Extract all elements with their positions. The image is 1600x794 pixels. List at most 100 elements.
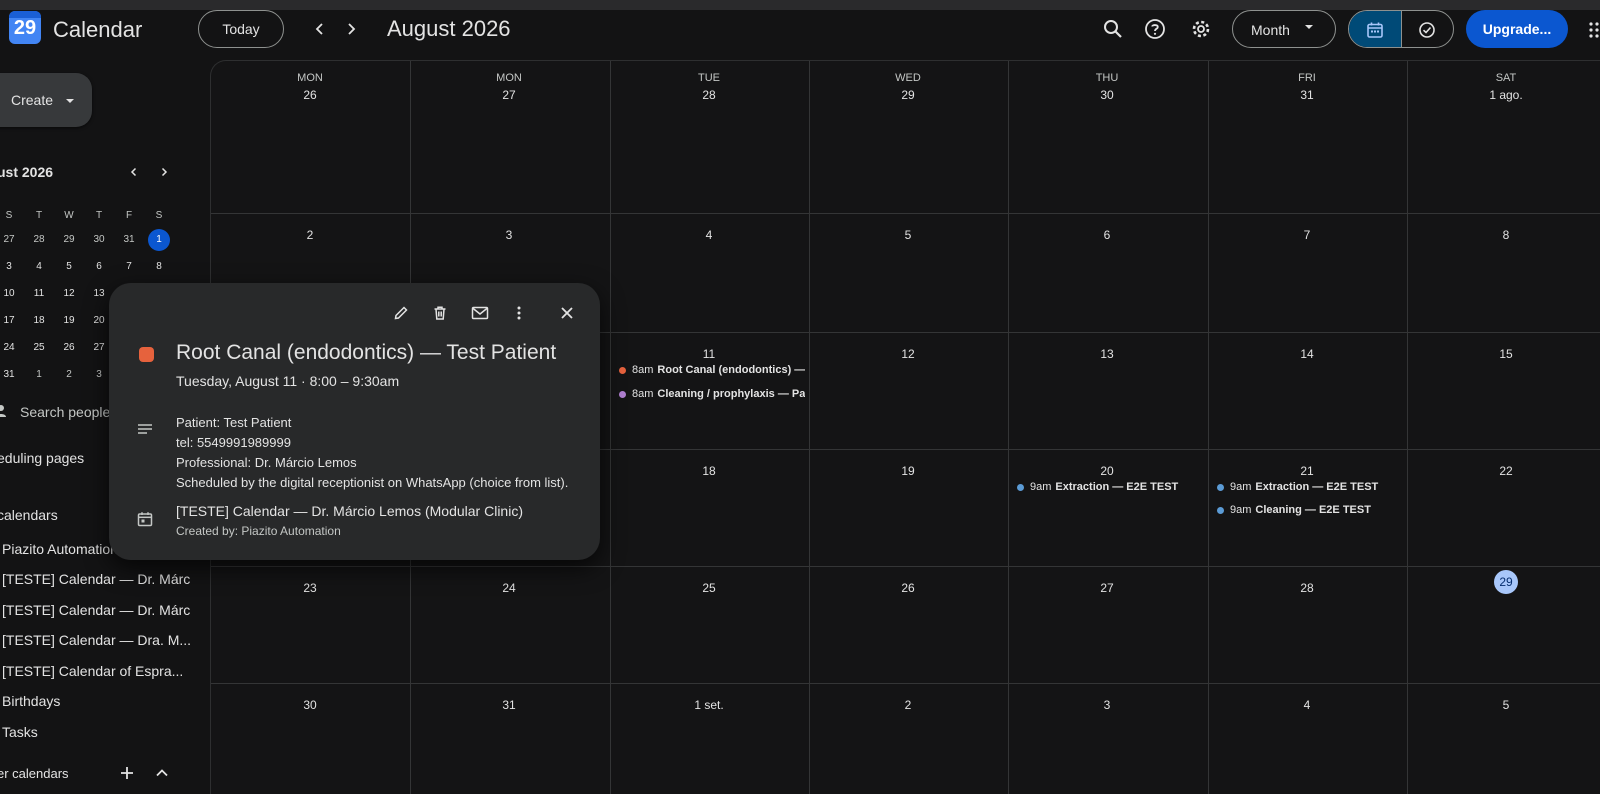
mini-calendar-day[interactable]: 7 (114, 256, 144, 278)
mini-calendar-day[interactable]: 25 (24, 337, 54, 359)
day-number[interactable]: 27 (1008, 581, 1206, 595)
calendar-list-item[interactable]: Tasks (2, 724, 38, 740)
mini-calendar-prev-button[interactable] (125, 163, 143, 181)
day-number[interactable]: 31 (1208, 88, 1406, 102)
settings-button[interactable] (1187, 15, 1215, 43)
day-number[interactable]: 13 (1008, 347, 1206, 361)
calendar-logo-icon[interactable]: 29 (9, 11, 41, 44)
day-number[interactable]: 26 (211, 88, 409, 102)
mini-calendar-day[interactable]: 10 (0, 283, 24, 305)
mini-calendar-day[interactable]: 17 (0, 310, 24, 332)
upgrade-button[interactable]: Upgrade... (1466, 10, 1568, 48)
day-number[interactable]: 2 (809, 698, 1007, 712)
day-number[interactable]: 20 (1008, 464, 1206, 478)
mini-calendar-day[interactable]: 4 (24, 256, 54, 278)
day-number[interactable]: 12 (809, 347, 1007, 361)
day-number[interactable]: 30 (211, 698, 409, 712)
day-number[interactable]: 11 (610, 347, 808, 361)
other-calendars-header[interactable]: er calendars (0, 766, 69, 781)
add-calendar-button[interactable] (119, 765, 135, 781)
email-guests-button[interactable] (466, 299, 494, 327)
mini-calendar-day[interactable]: 31 (114, 229, 144, 251)
edit-event-button[interactable] (387, 299, 415, 327)
day-number[interactable]: 1 set. (610, 698, 808, 712)
day-number[interactable]: 28 (610, 88, 808, 102)
mini-calendar-day[interactable]: 2 (54, 364, 84, 386)
mini-calendar-day[interactable]: 31 (0, 364, 24, 386)
more-options-button[interactable] (505, 299, 533, 327)
calendar-view-toggle[interactable] (1349, 11, 1401, 47)
previous-month-button[interactable] (306, 15, 334, 43)
day-number[interactable]: 5 (1407, 698, 1600, 712)
calendar-list-item[interactable]: [TESTE] Calendar — Dr. Márc (2, 571, 190, 587)
calendar-list-item[interactable]: [TESTE] Calendar — Dr. Márc (2, 602, 190, 618)
mini-calendar-day[interactable]: 1 (144, 229, 174, 251)
day-number[interactable]: 26 (809, 581, 1007, 595)
search-button[interactable] (1099, 15, 1127, 43)
day-number[interactable]: 31 (410, 698, 608, 712)
day-number[interactable]: 18 (610, 464, 808, 478)
day-number[interactable]: 4 (610, 228, 808, 242)
day-number[interactable]: 5 (809, 228, 1007, 242)
day-number[interactable]: 2 (211, 228, 409, 242)
help-button[interactable] (1141, 15, 1169, 43)
mini-calendar-day[interactable]: 30 (84, 229, 114, 251)
day-number[interactable]: 6 (1008, 228, 1206, 242)
day-number[interactable]: 30 (1008, 88, 1206, 102)
mini-calendar-day[interactable]: 26 (54, 337, 84, 359)
event-chip[interactable]: 9am Extraction — E2E TEST (1017, 477, 1203, 497)
collapse-other-calendars-button[interactable] (154, 765, 170, 781)
today-button[interactable]: Today (198, 10, 284, 48)
mini-calendar-next-button[interactable] (155, 163, 173, 181)
view-selector[interactable]: Month (1232, 10, 1336, 48)
event-chip[interactable]: 8amRoot Canal (endodontics) — Pat (619, 360, 805, 380)
event-chip[interactable]: 8am Cleaning / prophylaxis — Pat (619, 384, 805, 404)
mini-calendar-day[interactable]: 12 (54, 283, 84, 305)
day-number[interactable]: 24 (410, 581, 608, 595)
day-number[interactable]: 4 (1208, 698, 1406, 712)
mini-calendar-day[interactable]: 24 (0, 337, 24, 359)
event-chip[interactable]: 9am Extraction — E2E TEST (1217, 477, 1403, 497)
tasks-view-toggle[interactable] (1400, 11, 1453, 47)
mini-calendar-day[interactable]: 1 (24, 364, 54, 386)
mini-calendar-day[interactable]: 6 (84, 256, 114, 278)
calendar-list-item[interactable]: [TESTE] Calendar of Espra... (2, 663, 183, 679)
mini-calendar-day[interactable]: 29 (54, 229, 84, 251)
day-number[interactable]: 15 (1407, 347, 1600, 361)
day-number[interactable]: 7 (1208, 228, 1406, 242)
mini-calendar-day[interactable]: 19 (54, 310, 84, 332)
day-number[interactable]: 1 ago. (1407, 88, 1600, 102)
my-calendars-header[interactable]: calendars (0, 507, 58, 523)
next-month-button[interactable] (337, 15, 365, 43)
day-number[interactable]: 22 (1407, 464, 1600, 478)
mini-calendar-day[interactable]: 3 (0, 256, 24, 278)
create-button[interactable]: Create (0, 73, 92, 127)
day-number[interactable]: 3 (410, 228, 608, 242)
day-number[interactable]: 23 (211, 581, 409, 595)
day-number[interactable]: 27 (410, 88, 608, 102)
mini-calendar-day[interactable]: 11 (24, 283, 54, 305)
scheduling-pages-link[interactable]: eduling pages (0, 450, 84, 466)
mini-calendar-day[interactable]: 28 (24, 229, 54, 251)
calendar-list-item[interactable]: Piazito Automation (2, 541, 118, 557)
day-number[interactable]: 8 (1407, 228, 1600, 242)
apps-grid-icon[interactable] (1588, 20, 1600, 38)
day-number[interactable]: 14 (1208, 347, 1406, 361)
mini-calendar-day[interactable]: 18 (24, 310, 54, 332)
day-number[interactable]: 3 (1008, 698, 1206, 712)
day-number[interactable]: 21 (1208, 464, 1406, 478)
close-popover-button[interactable] (553, 299, 581, 327)
delete-event-button[interactable] (426, 299, 454, 327)
calendar-list-item[interactable]: [TESTE] Calendar — Dra. M... (2, 632, 191, 648)
event-chip[interactable]: 9am Cleaning — E2E TEST (1217, 500, 1403, 520)
calendar-list-item[interactable]: Birthdays (2, 693, 60, 709)
mini-calendar-day[interactable]: 8 (144, 256, 174, 278)
day-number[interactable]: 28 (1208, 581, 1406, 595)
mini-calendar-day[interactable]: 5 (54, 256, 84, 278)
day-number[interactable]: 19 (809, 464, 1007, 478)
day-number[interactable]: 25 (610, 581, 808, 595)
day-number[interactable]: 29 (809, 88, 1007, 102)
mini-calendar-day[interactable]: 27 (0, 229, 24, 251)
day-number[interactable]: 29 (1407, 570, 1600, 594)
event-color-swatch (139, 347, 154, 362)
